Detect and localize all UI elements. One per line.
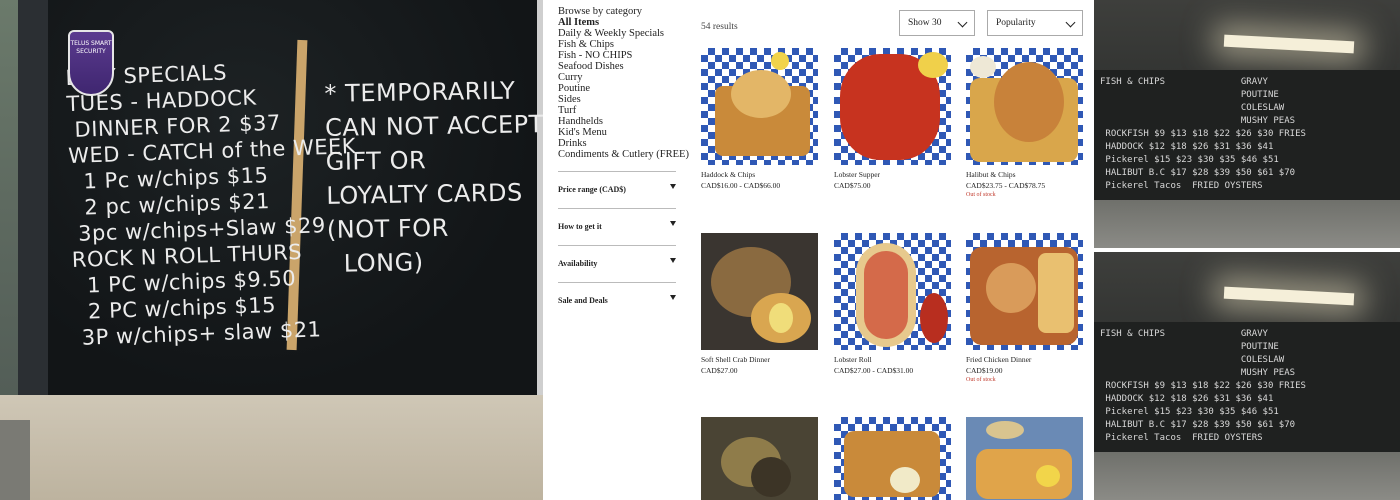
specials-chalk-text: EKLY SPECIALS TUES - HADDOCK DINNER FOR … [65,60,357,350]
product-name[interactable]: Lobster Roll [834,355,951,365]
product-image[interactable] [701,48,818,165]
product-image[interactable] [834,48,951,165]
chevron-down-icon [957,17,968,28]
caret-down-icon [670,221,676,226]
category-poutine[interactable]: Poutine [558,83,678,94]
stock-status: Out of stock [966,192,996,198]
category-condiments-cutlery[interactable]: Condiments & Cutlery (FREE) [558,149,689,160]
shop-page: Browse by category All Items Daily & Wee… [543,0,1094,500]
filter-availability[interactable]: Availability [558,245,676,282]
filter-label: Availability [558,259,598,268]
product-price: CAD$27.00 [701,366,738,375]
ceiling-light [1223,34,1355,54]
show-per-page-select[interactable]: Show 30 [899,10,975,36]
product-price: CAD$23.75 - CAD$78.75 [966,181,1046,190]
product-price: CAD$19.00 [966,366,1003,375]
product-card[interactable]: Haddock & Chips CAD$16.00 - CAD$66.00 [701,48,818,191]
product-card[interactable]: Lobster Roll CAD$27.00 - CAD$31.00 [834,233,951,376]
category-seafood-dishes[interactable]: Seafood Dishes [558,61,678,72]
kitchen-hood [1094,200,1400,248]
wall [0,395,543,500]
product-card[interactable] [701,417,818,500]
product-price: CAD$16.00 - CAD$66.00 [701,181,781,190]
category-fish-no-chips[interactable]: Fish - NO CHIPS [558,50,678,61]
ceiling-light [1223,286,1355,306]
filter-label: How to get it [558,222,602,231]
product-image[interactable] [834,233,951,350]
product-price: CAD$27.00 - CAD$31.00 [834,366,914,375]
security-badge: TELUS SMART SECURITY [68,30,114,96]
stock-status: Out of stock [966,377,996,383]
product-name[interactable]: Soft Shell Crab Dinner [701,355,818,365]
product-image[interactable] [701,417,818,500]
show-per-page-value: Show 30 [908,18,942,28]
product-card[interactable]: Soft Shell Crab Dinner CAD$27.00 [701,233,818,376]
category-drinks[interactable]: Drinks [558,138,678,149]
product-image[interactable] [966,233,1083,350]
menu-board-text: FISH & CHIPS GRAVY POUTINE COLESLAW MUSH… [1100,77,1306,191]
product-image[interactable] [834,417,951,500]
filter-label: Price range (CAD$) [558,185,626,194]
caret-down-icon [670,295,676,300]
categories-title: Browse by category [558,6,642,17]
wall-shadow [0,420,30,500]
caret-down-icon [670,184,676,189]
category-kids-menu[interactable]: Kid's Menu [558,127,678,138]
filter-sale-and-deals[interactable]: Sale and Deals [558,282,676,319]
filter-price-range[interactable]: Price range (CAD$) [558,171,676,208]
product-card[interactable] [966,417,1083,500]
category-all-items[interactable]: All Items [558,17,678,28]
product-card[interactable] [834,417,951,500]
product-image[interactable] [966,48,1083,165]
category-list: Browse by category All Items Daily & Wee… [558,6,689,160]
category-sides[interactable]: Sides [558,94,678,105]
menu-board-text: FISH & CHIPS GRAVY POUTINE COLESLAW MUSH… [1100,329,1306,443]
product-image[interactable] [966,417,1083,500]
product-name[interactable]: Lobster Supper [834,170,951,180]
storefront-photo: EKLY SPECIALS TUES - HADDOCK DINNER FOR … [0,0,543,500]
product-name[interactable]: Haddock & Chips [701,170,818,180]
menu-board-photo: FISH & CHIPS GRAVY POUTINE COLESLAW MUSH… [1094,0,1400,248]
product-price: CAD$75.00 [834,181,871,190]
category-fish-chips[interactable]: Fish & Chips [558,39,678,50]
category-sidebar: Browse by category All Items Daily & Wee… [558,6,689,160]
product-card[interactable]: Fried Chicken Dinner CAD$19.00 Out of st… [966,233,1083,385]
sort-value: Popularity [996,18,1036,28]
product-name[interactable]: Fried Chicken Dinner [966,355,1083,365]
product-card[interactable]: Halibut & Chips CAD$23.75 - CAD$78.75 Ou… [966,48,1083,200]
notice-chalk-text: * TEMPORARILY CAN NOT ACCEPT GIFT OR LOY… [324,76,543,278]
product-name[interactable]: Halibut & Chips [966,170,1083,180]
filter-how-to-get-it[interactable]: How to get it [558,208,676,245]
chevron-down-icon [1065,17,1076,28]
category-daily-weekly-specials[interactable]: Daily & Weekly Specials [558,28,678,39]
caret-down-icon [670,258,676,263]
category-curry[interactable]: Curry [558,72,678,83]
kitchen-hood [1094,452,1400,500]
filter-label: Sale and Deals [558,296,608,305]
sort-select[interactable]: Popularity [987,10,1083,36]
menu-board-photo: FISH & CHIPS GRAVY POUTINE COLESLAW MUSH… [1094,252,1400,500]
results-count: 54 results [701,22,738,32]
category-handhelds[interactable]: Handhelds [558,116,678,127]
product-card[interactable]: Lobster Supper CAD$75.00 [834,48,951,191]
category-turf[interactable]: Turf [558,105,678,116]
product-image[interactable] [701,233,818,350]
